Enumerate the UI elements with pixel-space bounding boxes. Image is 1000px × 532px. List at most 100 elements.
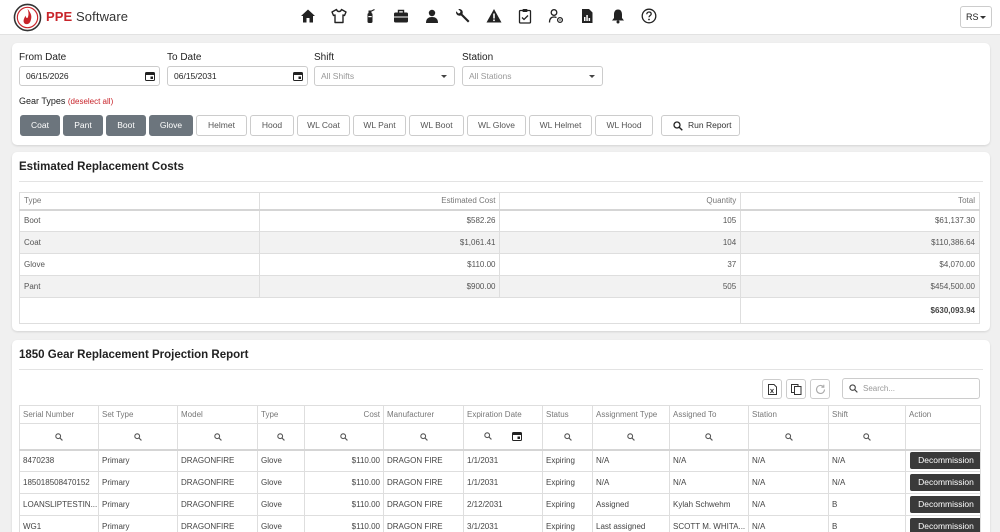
cell-set-type: Primary xyxy=(98,515,178,532)
from-date-field[interactable]: 06/15/2026 xyxy=(19,66,160,86)
export-excel-button[interactable] xyxy=(762,379,782,399)
shift-select[interactable]: All Shifts xyxy=(314,66,455,86)
user-icon[interactable] xyxy=(424,8,440,24)
filter-manufacturer[interactable] xyxy=(383,423,464,451)
gear-toggle-wl-glove[interactable]: WL Glove xyxy=(467,115,526,136)
filter-set-type[interactable] xyxy=(98,423,178,451)
filter-assigned-to[interactable] xyxy=(669,423,749,451)
column-header-set-type[interactable]: Set Type xyxy=(98,405,178,424)
table-search-input[interactable]: Search... xyxy=(842,378,980,399)
bell-icon[interactable] xyxy=(610,8,626,24)
search-icon xyxy=(134,432,142,441)
excel-icon xyxy=(768,384,777,395)
warning-icon[interactable] xyxy=(486,8,502,24)
column-header-assignment-type[interactable]: Assignment Type xyxy=(592,405,670,424)
column-header-quantity[interactable]: Quantity xyxy=(499,192,742,211)
search-icon xyxy=(849,384,858,393)
cell-type: Pant xyxy=(19,275,260,298)
cell-cost: $110.00 xyxy=(304,515,384,532)
filter-expiration-date[interactable] xyxy=(463,423,543,451)
cell-serial-number: 8470238 xyxy=(19,449,99,472)
wrench-icon[interactable] xyxy=(455,8,471,24)
to-date-field[interactable]: 06/15/2031 xyxy=(167,66,308,86)
cell-expiration-date: 1/1/2031 xyxy=(463,471,543,494)
clipboard-icon[interactable] xyxy=(517,8,533,24)
column-header-type[interactable]: Type xyxy=(19,192,260,211)
gear-toggle-wl-hood[interactable]: WL Hood xyxy=(595,115,653,136)
projection-table: Serial Number Set Type Model Type Cost M… xyxy=(19,405,981,532)
cell-station: N/A xyxy=(748,471,829,494)
filter-station[interactable] xyxy=(748,423,829,451)
column-header-cost[interactable]: Cost xyxy=(304,405,384,424)
column-header-manufacturer[interactable]: Manufacturer xyxy=(383,405,464,424)
brand-name[interactable]: PPE Software xyxy=(46,9,128,24)
cell-status: Expiring xyxy=(542,493,593,516)
filter-row xyxy=(19,423,981,451)
column-header-model[interactable]: Model xyxy=(177,405,258,424)
gear-toggle-boot[interactable]: Boot xyxy=(106,115,146,136)
filter-type[interactable] xyxy=(257,423,305,451)
cell-assignment-type: Last assigned xyxy=(592,515,670,532)
gear-toggle-helmet[interactable]: Helmet xyxy=(196,115,247,136)
cell-status: Expiring xyxy=(542,449,593,472)
column-header-type[interactable]: Type xyxy=(257,405,305,424)
extinguisher-icon[interactable] xyxy=(362,8,378,24)
run-report-button[interactable]: Run Report xyxy=(661,115,740,136)
table-row: Pant $900.00 505 $454,500.00 xyxy=(19,275,980,298)
cell-type: Boot xyxy=(19,209,260,232)
cell-set-type: Primary xyxy=(98,449,178,472)
costs-title: Estimated Replacement Costs xyxy=(19,161,184,173)
shirt-icon[interactable] xyxy=(331,8,347,24)
column-header-estimated-cost[interactable]: Estimated Cost xyxy=(258,192,501,211)
report-icon[interactable] xyxy=(579,8,595,24)
column-header-station[interactable]: Station xyxy=(748,405,829,424)
decommission-button[interactable]: Decommission xyxy=(910,496,980,513)
deselect-all-link[interactable]: (deselect all) xyxy=(68,97,113,106)
column-header-expiration-date[interactable]: Expiration Date xyxy=(463,405,543,424)
decommission-button[interactable]: Decommission xyxy=(910,474,980,491)
filter-serial-number[interactable] xyxy=(19,423,99,451)
column-header-shift[interactable]: Shift xyxy=(828,405,906,424)
cell-cost: $110.00 xyxy=(304,493,384,516)
table-header-row: Type Estimated Cost Quantity Total xyxy=(19,192,980,211)
cell-station: N/A xyxy=(748,449,829,472)
filter-status[interactable] xyxy=(542,423,593,451)
column-header-total[interactable]: Total xyxy=(740,192,980,211)
column-header-assigned-to[interactable]: Assigned To xyxy=(669,405,749,424)
column-header-serial-number[interactable]: Serial Number xyxy=(19,405,99,424)
decommission-button[interactable]: Decommission xyxy=(910,518,980,532)
filter-model[interactable] xyxy=(177,423,258,451)
calendar-icon[interactable] xyxy=(293,71,303,81)
filter-cost[interactable] xyxy=(304,423,384,451)
filter-shift[interactable] xyxy=(828,423,906,451)
gear-toggle-wl-helmet[interactable]: WL Helmet xyxy=(529,115,592,136)
refresh-button[interactable] xyxy=(810,379,830,399)
decommission-button[interactable]: Decommission xyxy=(910,452,980,470)
cell-total: $454,500.00 xyxy=(740,275,980,298)
filter-assignment-type[interactable] xyxy=(592,423,670,451)
calendar-icon[interactable] xyxy=(512,431,522,442)
search-icon xyxy=(705,432,713,441)
user-menu-button[interactable]: RS xyxy=(960,6,992,28)
cell-serial-number: WG1 xyxy=(19,515,99,532)
gear-toggle-coat[interactable]: Coat xyxy=(20,115,60,136)
station-select[interactable]: All Stations xyxy=(462,66,603,86)
gear-toggle-wl-pant[interactable]: WL Pant xyxy=(353,115,406,136)
help-icon[interactable] xyxy=(641,8,657,24)
user-settings-icon[interactable] xyxy=(548,8,564,24)
gear-toggle-glove[interactable]: Glove xyxy=(149,115,193,136)
gear-toggle-wl-coat[interactable]: WL Coat xyxy=(297,115,350,136)
home-icon[interactable] xyxy=(300,8,316,24)
gear-toggle-wl-boot[interactable]: WL Boot xyxy=(409,115,464,136)
cell-set-type: Primary xyxy=(98,493,178,516)
calendar-icon[interactable] xyxy=(145,71,155,81)
gear-toggle-pant[interactable]: Pant xyxy=(63,115,103,136)
table-header-row: Serial Number Set Type Model Type Cost M… xyxy=(19,405,981,424)
copy-button[interactable] xyxy=(786,379,806,399)
cell-estimated-cost: $582.26 xyxy=(258,209,501,232)
gear-toggle-hood[interactable]: Hood xyxy=(250,115,294,136)
column-header-status[interactable]: Status xyxy=(542,405,593,424)
chevron-down-icon xyxy=(441,75,447,78)
cell-estimated-cost: $110.00 xyxy=(258,253,501,276)
briefcase-icon[interactable] xyxy=(393,8,409,24)
